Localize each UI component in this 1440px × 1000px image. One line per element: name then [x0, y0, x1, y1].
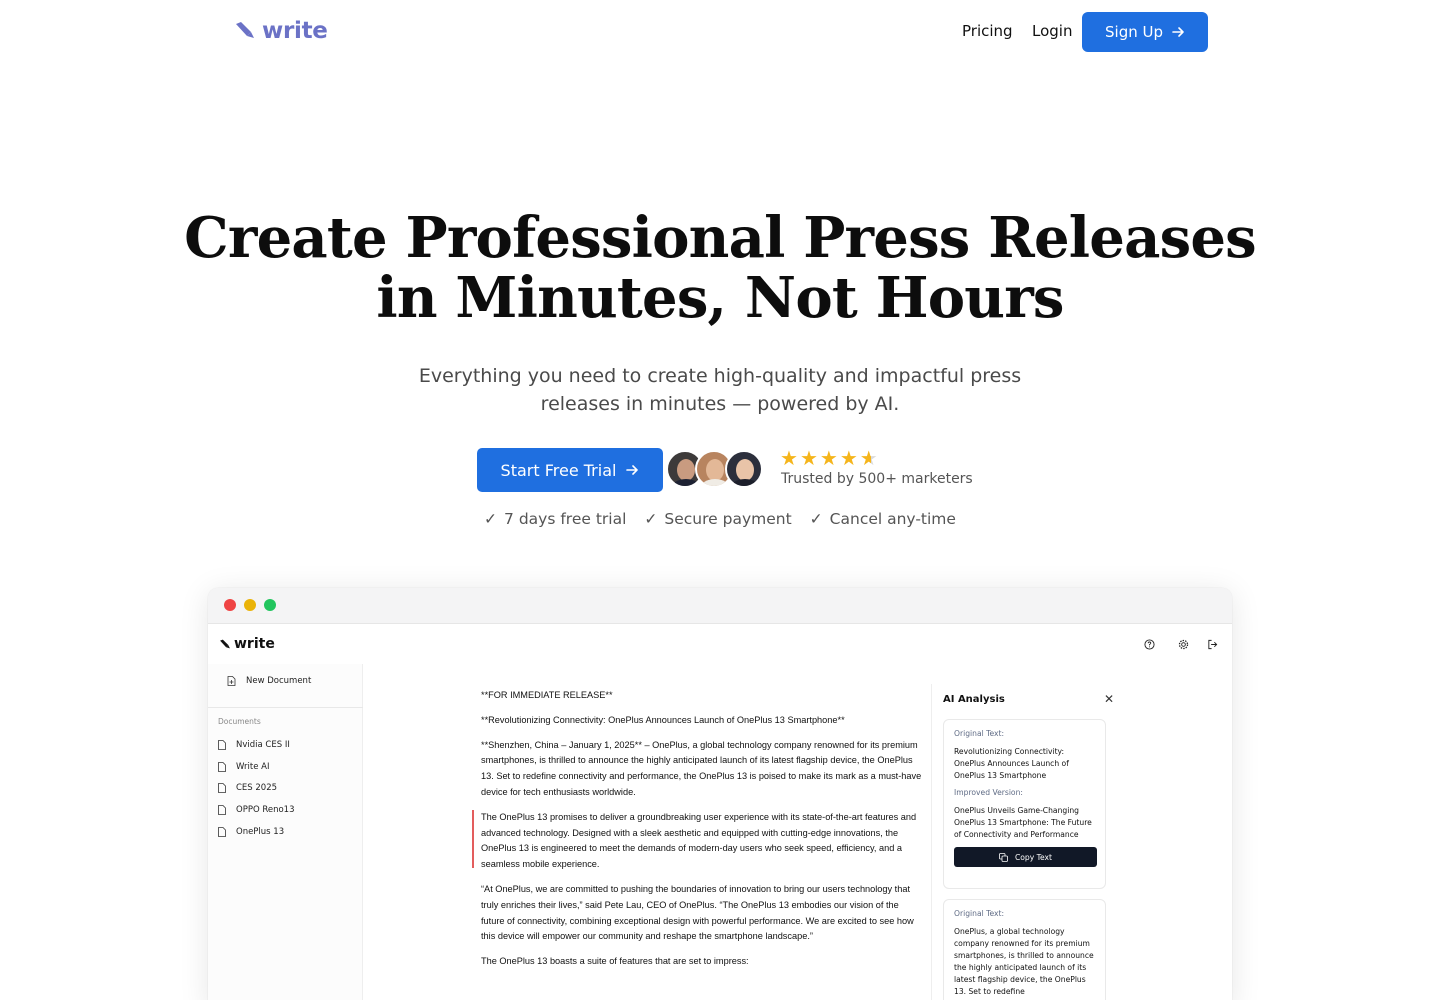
- original-text: Revolutionizing Connectivity: OnePlus An…: [954, 747, 1069, 780]
- sidebar: New Document Documents Nvidia CES II Wri…: [208, 664, 363, 1000]
- check-icon: ✓: [644, 510, 658, 528]
- copy-text-button[interactable]: Copy Text: [954, 847, 1097, 867]
- top-nav: write Pricing Login Sign Up: [0, 0, 1440, 64]
- hero-title-line-2: in Minutes, Not Hours: [376, 265, 1064, 331]
- benefit-label: Secure payment: [664, 510, 792, 528]
- arrow-right-icon: [1172, 27, 1184, 37]
- help-icon[interactable]: [1142, 637, 1156, 651]
- document-paragraph: “At OnePlus, we are committed to pushing…: [481, 883, 914, 942]
- star-icon: ★: [780, 446, 798, 470]
- benefit-item: ✓ Secure payment: [644, 510, 791, 528]
- document-item[interactable]: Write AI: [218, 756, 295, 778]
- pencil-icon: [220, 639, 230, 648]
- avatar: [725, 450, 763, 488]
- document-item-label: Nvidia CES II: [236, 739, 290, 750]
- document-item[interactable]: OPPO Reno13: [218, 799, 295, 821]
- user-avatars: [666, 450, 766, 490]
- star-rating: ★ ★ ★ ★ ★: [780, 448, 878, 468]
- benefit-item: ✓ Cancel any-time: [810, 510, 956, 528]
- document-item[interactable]: OnePlus 13: [218, 821, 295, 843]
- copy-text-label: Copy Text: [1014, 852, 1053, 862]
- benefit-label: 7 days free trial: [504, 510, 627, 528]
- check-icon: ✓: [809, 510, 823, 528]
- start-free-trial-label: Start Free Trial: [500, 460, 617, 480]
- logo-text: write: [262, 18, 328, 44]
- original-text: OnePlus, a global technology company ren…: [954, 927, 1094, 996]
- arrow-right-icon: [626, 465, 639, 475]
- suggestion-card: Original Text: Revolutionizing Connectiv…: [943, 719, 1106, 889]
- minimize-window-dot: [244, 599, 256, 611]
- pricing-link[interactable]: Pricing: [962, 22, 1013, 40]
- file-icon: [218, 805, 226, 815]
- pencil-icon: [236, 22, 254, 38]
- document-paragraph: **Shenzhen, China – January 1, 2025** – …: [481, 739, 922, 797]
- benefit-item: ✓ 7 days free trial: [484, 510, 626, 528]
- file-icon: [218, 739, 226, 750]
- benefit-label: Cancel any-time: [829, 510, 956, 528]
- original-text-label: Original Text:: [954, 729, 1005, 738]
- logout-icon[interactable]: [1205, 637, 1219, 651]
- file-icon: [218, 783, 226, 794]
- ai-analysis-panel: AI Analysis ✕ Original Text: Revolutioni…: [931, 684, 1126, 1000]
- close-icon[interactable]: ✕: [1104, 692, 1114, 706]
- gear-icon[interactable]: [1176, 637, 1190, 651]
- file-icon: [218, 826, 226, 837]
- document-editor[interactable]: **FOR IMMEDIATE RELEASE** **Revolutioniz…: [472, 688, 923, 979]
- document-item-label: CES 2025: [236, 783, 278, 794]
- improved-text: OnePlus Unveils Game-Changing OnePlus 13…: [954, 806, 1092, 839]
- highlighted-paragraph: The OnePlus 13 promises to deliver a gro…: [472, 809, 923, 873]
- close-window-dot: [224, 599, 236, 611]
- start-free-trial-button[interactable]: Start Free Trial: [477, 448, 663, 492]
- file-icon: [218, 761, 226, 772]
- new-file-icon: [227, 676, 236, 686]
- original-text-label: Original Text:: [954, 909, 1005, 918]
- document-item-label: OPPO Reno13: [236, 804, 295, 815]
- document-item[interactable]: CES 2025: [218, 777, 295, 799]
- copy-icon: [999, 852, 1008, 862]
- trusted-text: Trusted by 500+ marketers: [781, 471, 973, 487]
- hero-title-line-1: Create Professional Press Releases: [184, 205, 1257, 271]
- logo[interactable]: write: [234, 18, 328, 44]
- sidebar-divider: [208, 707, 363, 708]
- suggestion-card: Original Text: OnePlus, a global technol…: [943, 899, 1106, 1000]
- half-star-icon: ★: [859, 446, 878, 470]
- login-link[interactable]: Login: [1032, 22, 1072, 40]
- benefits-list: ✓ 7 days free trial ✓ Secure payment ✓ Canc…: [0, 510, 1440, 528]
- document-item-label: Write AI: [236, 761, 270, 772]
- new-document-button[interactable]: New Document: [227, 676, 311, 686]
- document-paragraph: **Revolutionizing Connectivity: OnePlus …: [481, 714, 845, 725]
- star-icon: ★: [819, 446, 838, 470]
- documents-heading: Documents: [218, 717, 261, 726]
- star-icon: ★: [839, 446, 858, 470]
- sign-up-label: Sign Up: [1105, 23, 1163, 41]
- ai-analysis-title: AI Analysis: [943, 694, 1005, 705]
- new-document-label: New Document: [246, 676, 312, 686]
- hero-title: Create Professional Press Releases in Mi…: [0, 208, 1440, 328]
- check-icon: ✓: [484, 510, 498, 528]
- app-header: write: [208, 624, 1232, 664]
- app-logo-text: write: [234, 636, 275, 652]
- document-item[interactable]: Nvidia CES II: [218, 734, 295, 756]
- app-preview-window: write New Document Documents Nvidia CES …: [208, 588, 1232, 1000]
- documents-list: Nvidia CES II Write AI CES 2025 OPPO Ren…: [218, 734, 295, 842]
- hero-subtitle: Everything you need to create high-quali…: [418, 365, 1022, 415]
- document-paragraph: The OnePlus 13 boasts a suite of feature…: [481, 956, 749, 967]
- window-titlebar: [208, 588, 1232, 624]
- app-logo: write: [219, 636, 275, 652]
- improved-version-label: Improved Version:: [954, 788, 1023, 797]
- document-paragraph: **FOR IMMEDIATE RELEASE**: [481, 690, 613, 700]
- sign-up-button[interactable]: Sign Up: [1082, 12, 1208, 52]
- star-icon: ★: [799, 446, 818, 470]
- document-item-label: OnePlus 13: [236, 826, 285, 837]
- maximize-window-dot: [264, 599, 276, 611]
